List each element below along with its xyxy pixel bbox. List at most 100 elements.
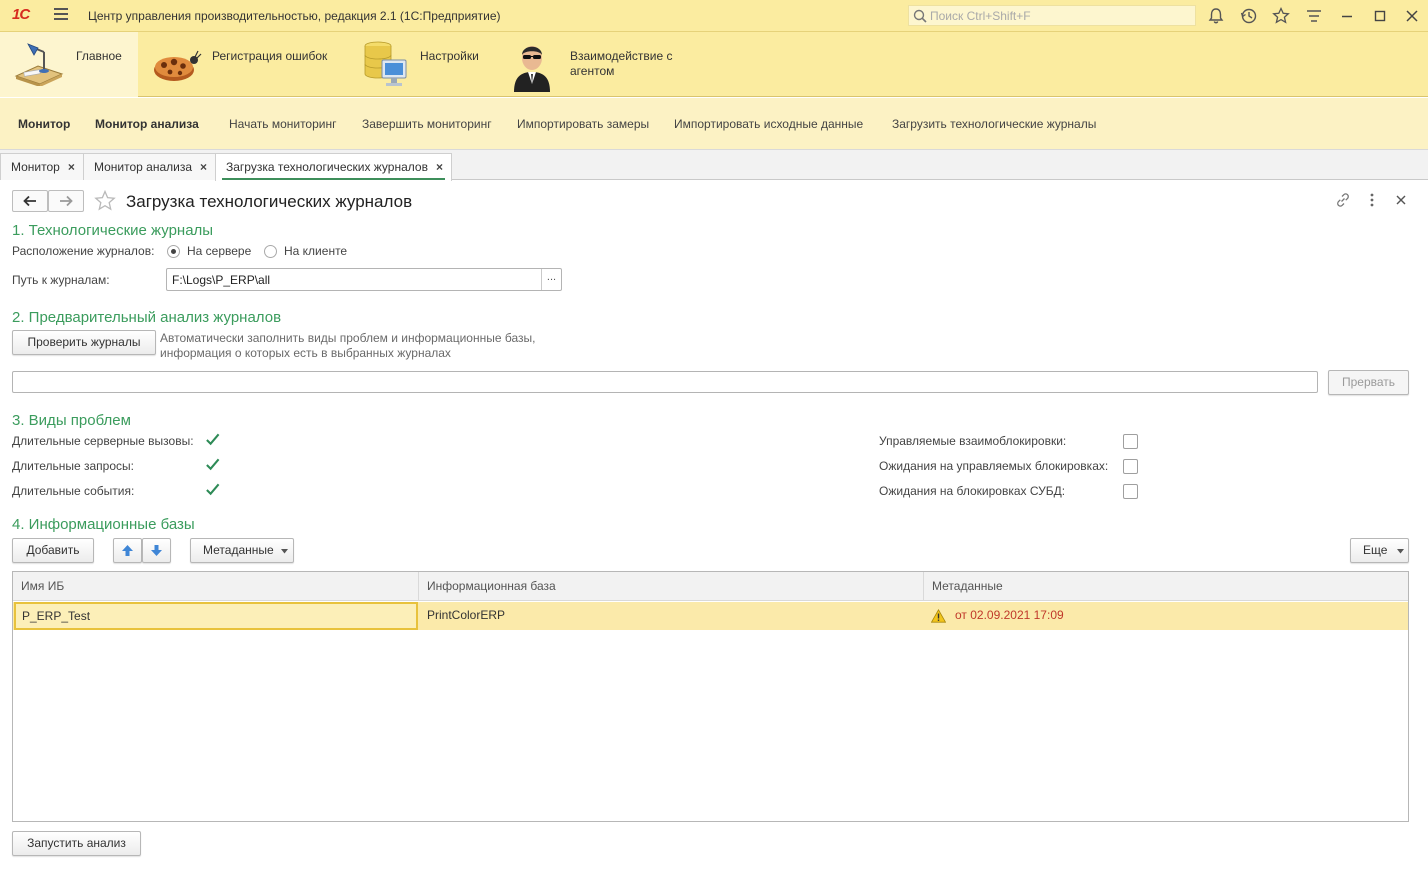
- sections-panel: Главное Регистрация ошибок Настройки Вза…: [0, 32, 1428, 97]
- action-analysis-monitor[interactable]: Монитор анализа: [95, 117, 199, 131]
- stop-button[interactable]: Прервать: [1328, 370, 1409, 395]
- radio-on-client-label[interactable]: На клиенте: [284, 244, 347, 258]
- close-tab-icon[interactable]: ×: [68, 160, 75, 174]
- run-analysis-button[interactable]: Запустить анализ: [12, 831, 141, 856]
- star-icon[interactable]: [1271, 6, 1291, 26]
- section-main[interactable]: Главное: [0, 32, 138, 97]
- history-icon[interactable]: [1239, 6, 1259, 26]
- dbms-lock-waits-label: Ожидания на блокировках СУБД:: [879, 484, 1066, 498]
- managed-deadlocks-label: Управляемые взаимоблокировки:: [879, 434, 1067, 448]
- agent-icon: [514, 46, 550, 92]
- minimize-icon[interactable]: [1337, 6, 1357, 26]
- app-logo: 1С: [12, 6, 30, 23]
- section-label: Регистрация ошибок: [212, 49, 328, 63]
- form-title: Загрузка технологических журналов: [126, 192, 413, 211]
- arrow-left-icon: [23, 195, 36, 207]
- progress-bar: [12, 371, 1318, 393]
- close-tab-icon[interactable]: ×: [200, 160, 207, 174]
- warning-icon: [931, 609, 946, 623]
- metadata-dropdown-button[interactable]: Метаданные: [190, 538, 294, 563]
- long-queries-label: Длительные запросы:: [12, 459, 134, 473]
- more-button-label: Еще: [1363, 543, 1388, 557]
- close-tab-icon[interactable]: ×: [436, 160, 443, 174]
- radio-on-server-label[interactable]: На сервере: [187, 244, 251, 258]
- check-logs-button[interactable]: Проверить журналы: [12, 330, 156, 355]
- radio-on-server[interactable]: [167, 245, 180, 258]
- tab-label: Монитор: [11, 160, 60, 174]
- section-heading-problem-types: 3. Виды проблем: [12, 412, 131, 429]
- add-button[interactable]: Добавить: [12, 538, 94, 563]
- menu-icon[interactable]: [54, 8, 68, 20]
- desk-lamp-icon: [14, 43, 64, 86]
- logs-path-label: Путь к журналам:: [12, 273, 110, 287]
- tab-monitor[interactable]: Монитор ×: [0, 153, 84, 180]
- favorite-star-icon[interactable]: [94, 190, 116, 212]
- tab-analysis-monitor[interactable]: Монитор анализа ×: [83, 153, 217, 180]
- section-heading-tech-logs: 1. Технологические журналы: [12, 222, 214, 239]
- search-input[interactable]: Поиск Ctrl+Shift+F: [908, 5, 1196, 26]
- logs-location-label: Расположение журналов:: [12, 244, 155, 258]
- action-import-source-data[interactable]: Импортировать исходные данные: [674, 117, 863, 131]
- tab-load-tech-logs[interactable]: Загрузка технологических журналов ×: [215, 153, 452, 181]
- managed-lock-waits-label: Ожидания на управляемых блокировках:: [879, 459, 1109, 473]
- long-events-checkbox[interactable]: [205, 482, 220, 497]
- database-computer-icon: [364, 41, 407, 86]
- settings-menu-icon[interactable]: [1304, 6, 1324, 26]
- infobases-table: Имя ИБ Информационная база Метаданные P_…: [12, 571, 1409, 822]
- section-label: Настройки: [420, 49, 479, 63]
- logs-path-field[interactable]: F:\Logs\P_ERP\all ...: [166, 268, 562, 291]
- back-button[interactable]: [12, 190, 48, 212]
- forward-button[interactable]: [48, 190, 84, 212]
- search-placeholder: Поиск Ctrl+Shift+F: [930, 9, 1031, 23]
- maximize-icon[interactable]: [1370, 6, 1390, 26]
- column-header-ib-name[interactable]: Имя ИБ: [13, 572, 419, 601]
- tab-label: Загрузка технологических журналов: [226, 160, 428, 174]
- long-server-calls-label: Длительные серверные вызовы:: [12, 434, 194, 448]
- column-header-metadata[interactable]: Метаданные: [924, 572, 1408, 601]
- bug-icon: [154, 50, 202, 81]
- more-button[interactable]: Еще: [1350, 538, 1409, 563]
- cell-ib-name[interactable]: P_ERP_Test: [14, 602, 418, 630]
- action-load-tech-logs[interactable]: Загрузить технологические журналы: [892, 117, 1096, 131]
- section-error-registration[interactable]: Регистрация ошибок: [138, 32, 348, 97]
- title-bar: 1С Центр управления производительностью,…: [0, 0, 1428, 32]
- dropdown-arrow-icon: [1397, 549, 1404, 554]
- action-stop-monitoring[interactable]: Завершить мониторинг: [362, 117, 492, 131]
- metadata-button-label: Метаданные: [203, 543, 274, 557]
- cell-metadata[interactable]: от 02.09.2021 17:09: [947, 602, 1247, 630]
- action-start-monitoring[interactable]: Начать мониторинг: [229, 117, 337, 131]
- move-up-button[interactable]: [113, 538, 142, 563]
- section-agent-interaction[interactable]: Взаимодействие с агентом: [498, 32, 698, 97]
- arrow-down-icon: [151, 545, 162, 556]
- tab-label: Монитор анализа: [94, 160, 193, 174]
- action-monitor[interactable]: Монитор: [18, 117, 70, 131]
- link-icon[interactable]: [1335, 192, 1351, 208]
- close-window-icon[interactable]: [1402, 6, 1422, 26]
- managed-deadlocks-checkbox[interactable]: [1123, 434, 1138, 449]
- section-settings[interactable]: Настройки: [348, 32, 498, 97]
- table-row[interactable]: P_ERP_Test PrintColorERP от 02.09.2021 1…: [13, 602, 1408, 630]
- preanalysis-hint-line2: информация о которых есть в выбранных жу…: [160, 346, 451, 360]
- long-server-calls-checkbox[interactable]: [205, 432, 220, 447]
- browse-path-button[interactable]: ...: [541, 269, 561, 290]
- more-vertical-icon[interactable]: [1364, 192, 1380, 208]
- dbms-lock-waits-checkbox[interactable]: [1123, 484, 1138, 499]
- long-queries-checkbox[interactable]: [205, 457, 220, 472]
- table-header: Имя ИБ Информационная база Метаданные: [13, 572, 1408, 601]
- logs-path-value: F:\Logs\P_ERP\all: [172, 273, 271, 287]
- long-events-label: Длительные события:: [12, 484, 135, 498]
- move-down-button[interactable]: [142, 538, 171, 563]
- cell-infobase[interactable]: PrintColorERP: [419, 602, 924, 630]
- dropdown-arrow-icon: [281, 549, 288, 554]
- managed-lock-waits-checkbox[interactable]: [1123, 459, 1138, 474]
- actions-bar: Монитор Монитор анализа Начать мониторин…: [0, 98, 1428, 150]
- radio-on-client[interactable]: [264, 245, 277, 258]
- column-header-infobase[interactable]: Информационная база: [419, 572, 924, 601]
- bell-icon[interactable]: [1206, 6, 1226, 26]
- window-title: Центр управления производительностью, ре…: [88, 9, 501, 23]
- section-label: Взаимодействие с агентом: [570, 49, 673, 78]
- action-import-measurements[interactable]: Импортировать замеры: [517, 117, 649, 131]
- close-form-icon[interactable]: [1393, 192, 1409, 208]
- arrow-up-icon: [122, 545, 133, 556]
- search-icon: [913, 9, 927, 23]
